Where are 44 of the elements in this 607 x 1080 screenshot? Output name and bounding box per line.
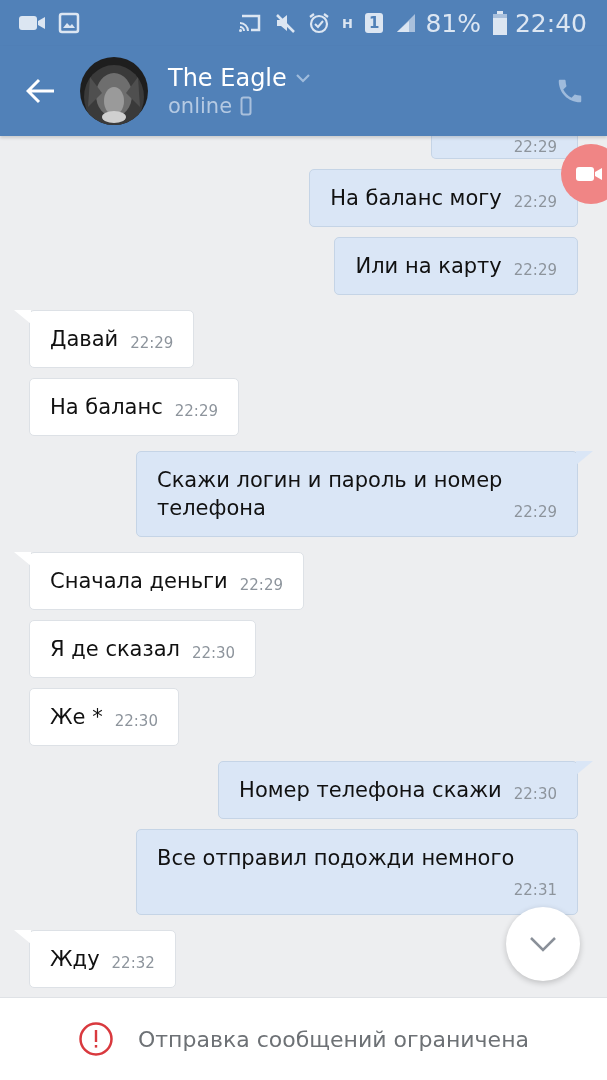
chevron-down-icon (528, 935, 558, 953)
message-text: Давай (50, 327, 119, 351)
message-time: 22:30 (512, 784, 557, 804)
video-camera-icon (18, 13, 46, 33)
message-time: 22:29 (173, 401, 218, 421)
alarm-icon (308, 12, 331, 34)
message-time: 22:30 (113, 711, 158, 731)
message-time: 22:30 (190, 643, 236, 663)
message-text: Сначала деньги (50, 569, 228, 593)
message-time: 22:29 (129, 333, 174, 353)
clock: 22:40 (514, 8, 587, 38)
battery-percent: 81% (425, 8, 481, 38)
message-time: 22:29 (238, 575, 283, 595)
message-text: На баланс могу (330, 186, 502, 210)
mute-icon (274, 12, 297, 34)
contact-name[interactable]: The Eagle (168, 64, 287, 92)
message-text: Я де сказал (50, 637, 180, 661)
battery-icon (492, 11, 507, 35)
video-camera-icon (575, 164, 603, 184)
chevron-down-icon[interactable] (294, 73, 311, 83)
message-time: 22:29 (512, 260, 557, 280)
network-type: H (342, 16, 353, 30)
message-time: 22:29 (512, 502, 557, 522)
message-time: 22:29 (512, 138, 557, 156)
message-time: 22:29 (512, 192, 557, 212)
online-status: online (168, 94, 233, 118)
message-text: На баланс (50, 395, 163, 419)
back-arrow-icon[interactable] (26, 78, 56, 104)
scroll-down-button[interactable] (506, 907, 580, 981)
message-time: 22:31 (512, 880, 557, 900)
phone-device-icon (240, 96, 253, 116)
message-text: Или на карту (355, 254, 502, 278)
image-icon (58, 12, 80, 34)
signal-icon (395, 13, 418, 33)
message-text: Номер телефона скажи (239, 778, 502, 802)
warning-icon (77, 1021, 114, 1057)
sim-indicator: 1 (364, 13, 384, 33)
message-text: Же * (50, 705, 103, 729)
message-text: Все отправил подожди немного (157, 846, 515, 870)
cast-icon (238, 13, 263, 33)
message-text: Скажи логин и пароль и номер телефона (157, 468, 503, 520)
message-text: Жду (50, 947, 100, 971)
sending-restricted-notice: Отправка сообщений ограничена (137, 1026, 530, 1052)
message-time: 22:32 (110, 953, 155, 973)
